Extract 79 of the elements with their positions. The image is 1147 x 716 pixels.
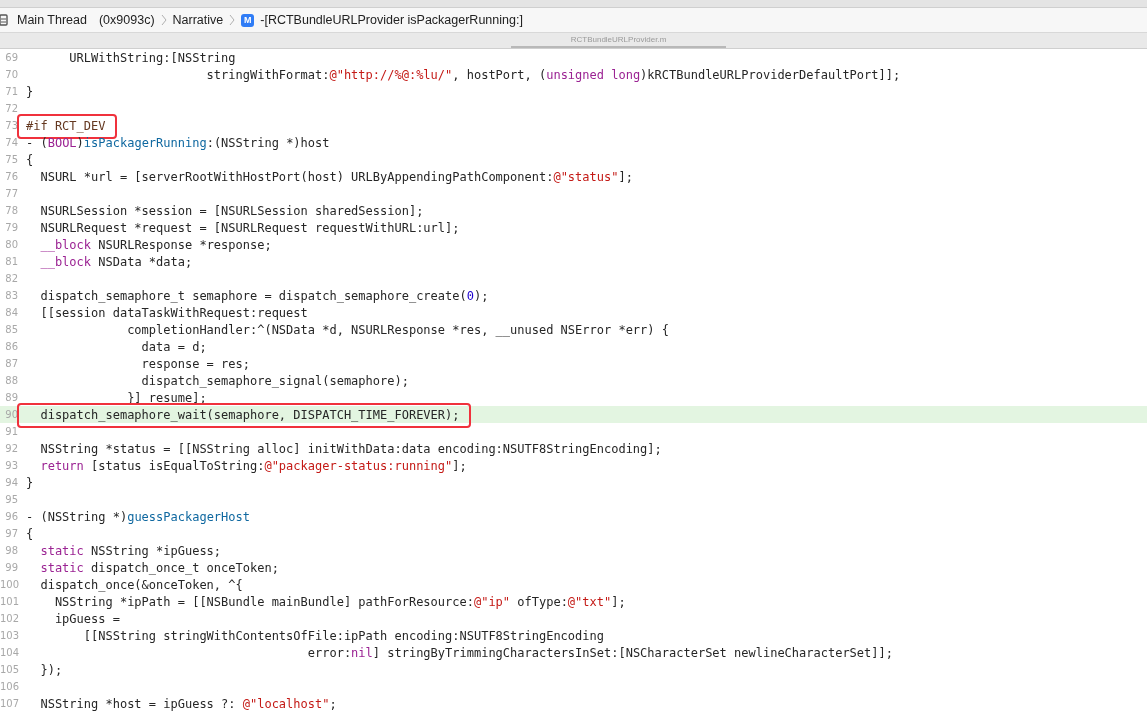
queue-label[interactable]: Narrative xyxy=(172,13,224,27)
code-line: response = res; xyxy=(140,356,250,371)
code-line: __block NSData *data; xyxy=(39,254,193,269)
code-line: NSString *ipPath = [[NSBundle mainBundle] pathForResource:@"ip" ofType:@"txt"]; xyxy=(53,594,626,609)
method-badge: M xyxy=(241,13,255,27)
code-line: dispatch_semaphore_signal(semaphore); xyxy=(140,373,409,388)
thread-name[interactable]: Main Thread xyxy=(17,13,87,27)
line-number: 107 xyxy=(0,698,18,709)
code-line: completionHandler:^(NSData *d, NSURLResponse *res, __unused NSError *err) { xyxy=(126,322,669,337)
code-line: NSString *status = [[NSString alloc] initWithData:data encoding:NSUTF8StringEncoding]; xyxy=(39,441,662,456)
code-line: }); xyxy=(39,662,63,677)
thread-icon xyxy=(0,13,9,27)
code-line: } xyxy=(26,475,34,490)
thread-address: (0x9093c) xyxy=(98,13,155,27)
line-number: 72 xyxy=(4,103,18,114)
line-number: 86 xyxy=(4,341,18,352)
code-line: } xyxy=(26,84,34,99)
line-number: 74 xyxy=(4,137,18,148)
line-number: 93 xyxy=(4,460,18,471)
code-line: stringWithFormat:@"http://%@:%lu/", hostPort, (unsigned long)kRCTBundleURLProviderDefaultPort]]; xyxy=(205,67,901,82)
code-line: error:nil] stringByTrimmingCharactersInSet:[NSCharacterSet newlineCharacterSet]]; xyxy=(306,645,893,660)
line-number: 73 xyxy=(4,120,18,131)
line-number: 105 xyxy=(0,664,18,675)
line-number: 71 xyxy=(4,86,18,97)
code-line: [[NSString stringWithContentsOfFile:ipPath encoding:NSUTF8StringEncoding xyxy=(82,628,604,643)
line-number: 80 xyxy=(4,239,18,250)
line-number: 95 xyxy=(4,494,18,505)
line-number: 89 xyxy=(4,392,18,403)
line-number: 102 xyxy=(0,613,18,624)
code-line: { xyxy=(26,526,34,541)
code-line: - (BOOL)isPackagerRunning:(NSString *)host xyxy=(26,135,330,150)
line-number: 82 xyxy=(4,273,18,284)
line-number: 69 xyxy=(4,52,18,63)
line-number: 91 xyxy=(4,426,18,437)
line-number: 103 xyxy=(0,630,18,641)
code-line: { xyxy=(26,152,34,167)
code-line: [[session dataTaskWithRequest:request xyxy=(39,305,308,320)
code-line: NSURL *url = [serverRootWithHostPort(host) URLByAppendingPathComponent:@"status"]; xyxy=(39,169,633,184)
code-line: dispatch_once(&onceToken, ^{ xyxy=(39,577,243,592)
line-number: 77 xyxy=(4,188,18,199)
line-number: 101 xyxy=(0,596,18,607)
line-number: 92 xyxy=(4,443,18,454)
line-number: 83 xyxy=(4,290,18,301)
line-number: 90 xyxy=(4,409,18,420)
method-name[interactable]: -[RCTBundleURLProvider isPackagerRunning:] xyxy=(260,13,523,27)
line-number: 99 xyxy=(4,562,18,573)
line-number: 70 xyxy=(4,69,18,80)
code-line: ipGuess = xyxy=(53,611,120,626)
line-number: 84 xyxy=(4,307,18,318)
line-number: 85 xyxy=(4,324,18,335)
code-line: NSURLRequest *request = [NSURLRequest requestWithURL:url]; xyxy=(39,220,460,235)
code-line: #if RCT_DEV xyxy=(26,118,106,133)
line-number: 100 xyxy=(0,579,18,590)
line-number: 98 xyxy=(4,545,18,556)
code-line: static dispatch_once_t onceToken; xyxy=(39,560,279,575)
line-number: 94 xyxy=(4,477,18,488)
line-number: 87 xyxy=(4,358,18,369)
line-number: 97 xyxy=(4,528,18,539)
code-line: NSString *host = ipGuess ?: @"localhost"; xyxy=(39,696,337,711)
line-number: 104 xyxy=(0,647,18,658)
line-number: 75 xyxy=(4,154,18,165)
line-number: 78 xyxy=(4,205,18,216)
line-number: 106 xyxy=(0,681,18,692)
code-line: NSURLSession *session = [NSURLSession sharedSession]; xyxy=(39,203,424,218)
code-line: data = d; xyxy=(140,339,207,354)
line-number: 96 xyxy=(4,511,18,522)
code-line: static NSString *ipGuess; xyxy=(39,543,222,558)
code-line: dispatch_semaphore_t semaphore = dispatch_semaphore_create(0); xyxy=(39,288,489,303)
chevron-icon xyxy=(229,14,236,26)
code-line: - (NSString *)guessPackagerHost xyxy=(26,509,250,524)
line-number: 79 xyxy=(4,222,18,233)
line-number: 88 xyxy=(4,375,18,386)
line-number: 76 xyxy=(4,171,18,182)
code-line: URLWithString:[NSString xyxy=(68,50,236,65)
code-line: return [status isEqualToString:@"packager-status:running"]; xyxy=(39,458,467,473)
code-line: __block NSURLResponse *response; xyxy=(39,237,272,252)
line-number: 81 xyxy=(4,256,18,267)
code-line: dispatch_semaphore_wait(semaphore, DISPATCH_TIME_FOREVER); xyxy=(26,407,460,422)
chevron-icon xyxy=(160,14,167,26)
